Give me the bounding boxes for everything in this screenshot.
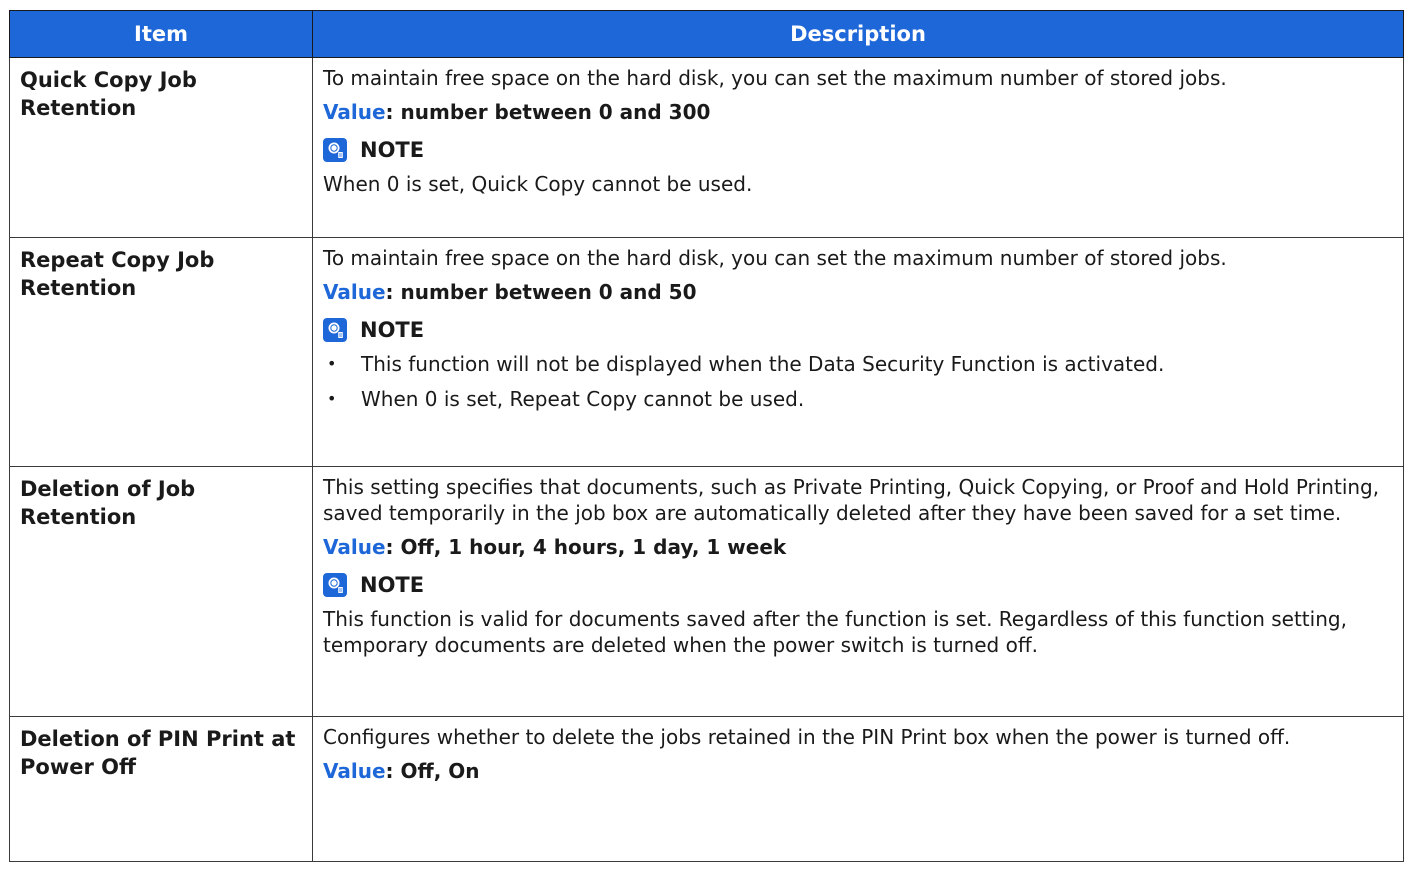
table-row: Repeat Copy Job Retention To maintain fr… xyxy=(9,237,1404,467)
value-range: : number between 0 and 300 xyxy=(385,100,711,124)
value-label: Value xyxy=(323,280,386,304)
note-text: When 0 is set, Quick Copy cannot be used… xyxy=(323,172,753,196)
description-text: This setting specifies that documents, s… xyxy=(323,475,1380,525)
value-range: : number between 0 and 50 xyxy=(385,280,697,304)
note-label: NOTE xyxy=(360,318,425,342)
note-lightbulb-icon xyxy=(323,573,347,597)
value-label: Value xyxy=(323,759,386,783)
description-text: Configures whether to delete the jobs re… xyxy=(323,725,1291,749)
note-bullet: When 0 is set, Repeat Copy cannot be use… xyxy=(323,386,1393,412)
description-cell: Configures whether to delete the jobs re… xyxy=(312,716,1404,862)
note-heading: NOTE xyxy=(323,570,1393,600)
item-cell: Repeat Copy Job Retention xyxy=(9,237,313,467)
note-text: This function is valid for documents sav… xyxy=(323,607,1347,657)
item-cell: Deletion of Job Retention xyxy=(9,466,313,717)
value-line: Value: number between 0 and 50 xyxy=(323,279,1393,305)
note-label: NOTE xyxy=(360,573,425,597)
table-header-row: Item Description xyxy=(9,10,1404,58)
note-bullet-list: This function will not be displayed when… xyxy=(323,351,1393,412)
column-header-item: Item xyxy=(9,10,313,58)
item-name: Deletion of Job Retention xyxy=(20,477,196,529)
description-cell: To maintain free space on the hard disk,… xyxy=(312,57,1404,238)
table-row: Deletion of PIN Print at Power Off Confi… xyxy=(9,716,1404,862)
value-line: Value: number between 0 and 300 xyxy=(323,99,1393,125)
item-name: Quick Copy Job Retention xyxy=(20,68,197,120)
description-cell: This setting specifies that documents, s… xyxy=(312,466,1404,717)
table-row: Quick Copy Job Retention To maintain fre… xyxy=(9,57,1404,238)
table-row: Deletion of Job Retention This setting s… xyxy=(9,466,1404,717)
description-text: To maintain free space on the hard disk,… xyxy=(323,66,1227,90)
value-line: Value: Off, On xyxy=(323,758,1393,784)
description-cell: To maintain free space on the hard disk,… xyxy=(312,237,1404,467)
value-label: Value xyxy=(323,535,386,559)
note-lightbulb-icon xyxy=(323,318,347,342)
value-range: : Off, 1 hour, 4 hours, 1 day, 1 week xyxy=(385,535,787,559)
value-line: Value: Off, 1 hour, 4 hours, 1 day, 1 we… xyxy=(323,534,1393,560)
item-name: Repeat Copy Job Retention xyxy=(20,248,215,300)
item-cell: Quick Copy Job Retention xyxy=(9,57,313,238)
settings-table: Item Description Quick Copy Job Retentio… xyxy=(9,10,1404,862)
column-header-description: Description xyxy=(312,10,1404,58)
value-range: : Off, On xyxy=(385,759,480,783)
description-text: To maintain free space on the hard disk,… xyxy=(323,246,1227,270)
note-label: NOTE xyxy=(360,138,425,162)
note-bullet: This function will not be displayed when… xyxy=(323,351,1393,377)
item-name: Deletion of PIN Print at Power Off xyxy=(20,727,296,779)
note-lightbulb-icon xyxy=(323,138,347,162)
item-cell: Deletion of PIN Print at Power Off xyxy=(9,716,313,862)
value-label: Value xyxy=(323,100,386,124)
note-heading: NOTE xyxy=(323,135,1393,165)
note-heading: NOTE xyxy=(323,315,1393,345)
